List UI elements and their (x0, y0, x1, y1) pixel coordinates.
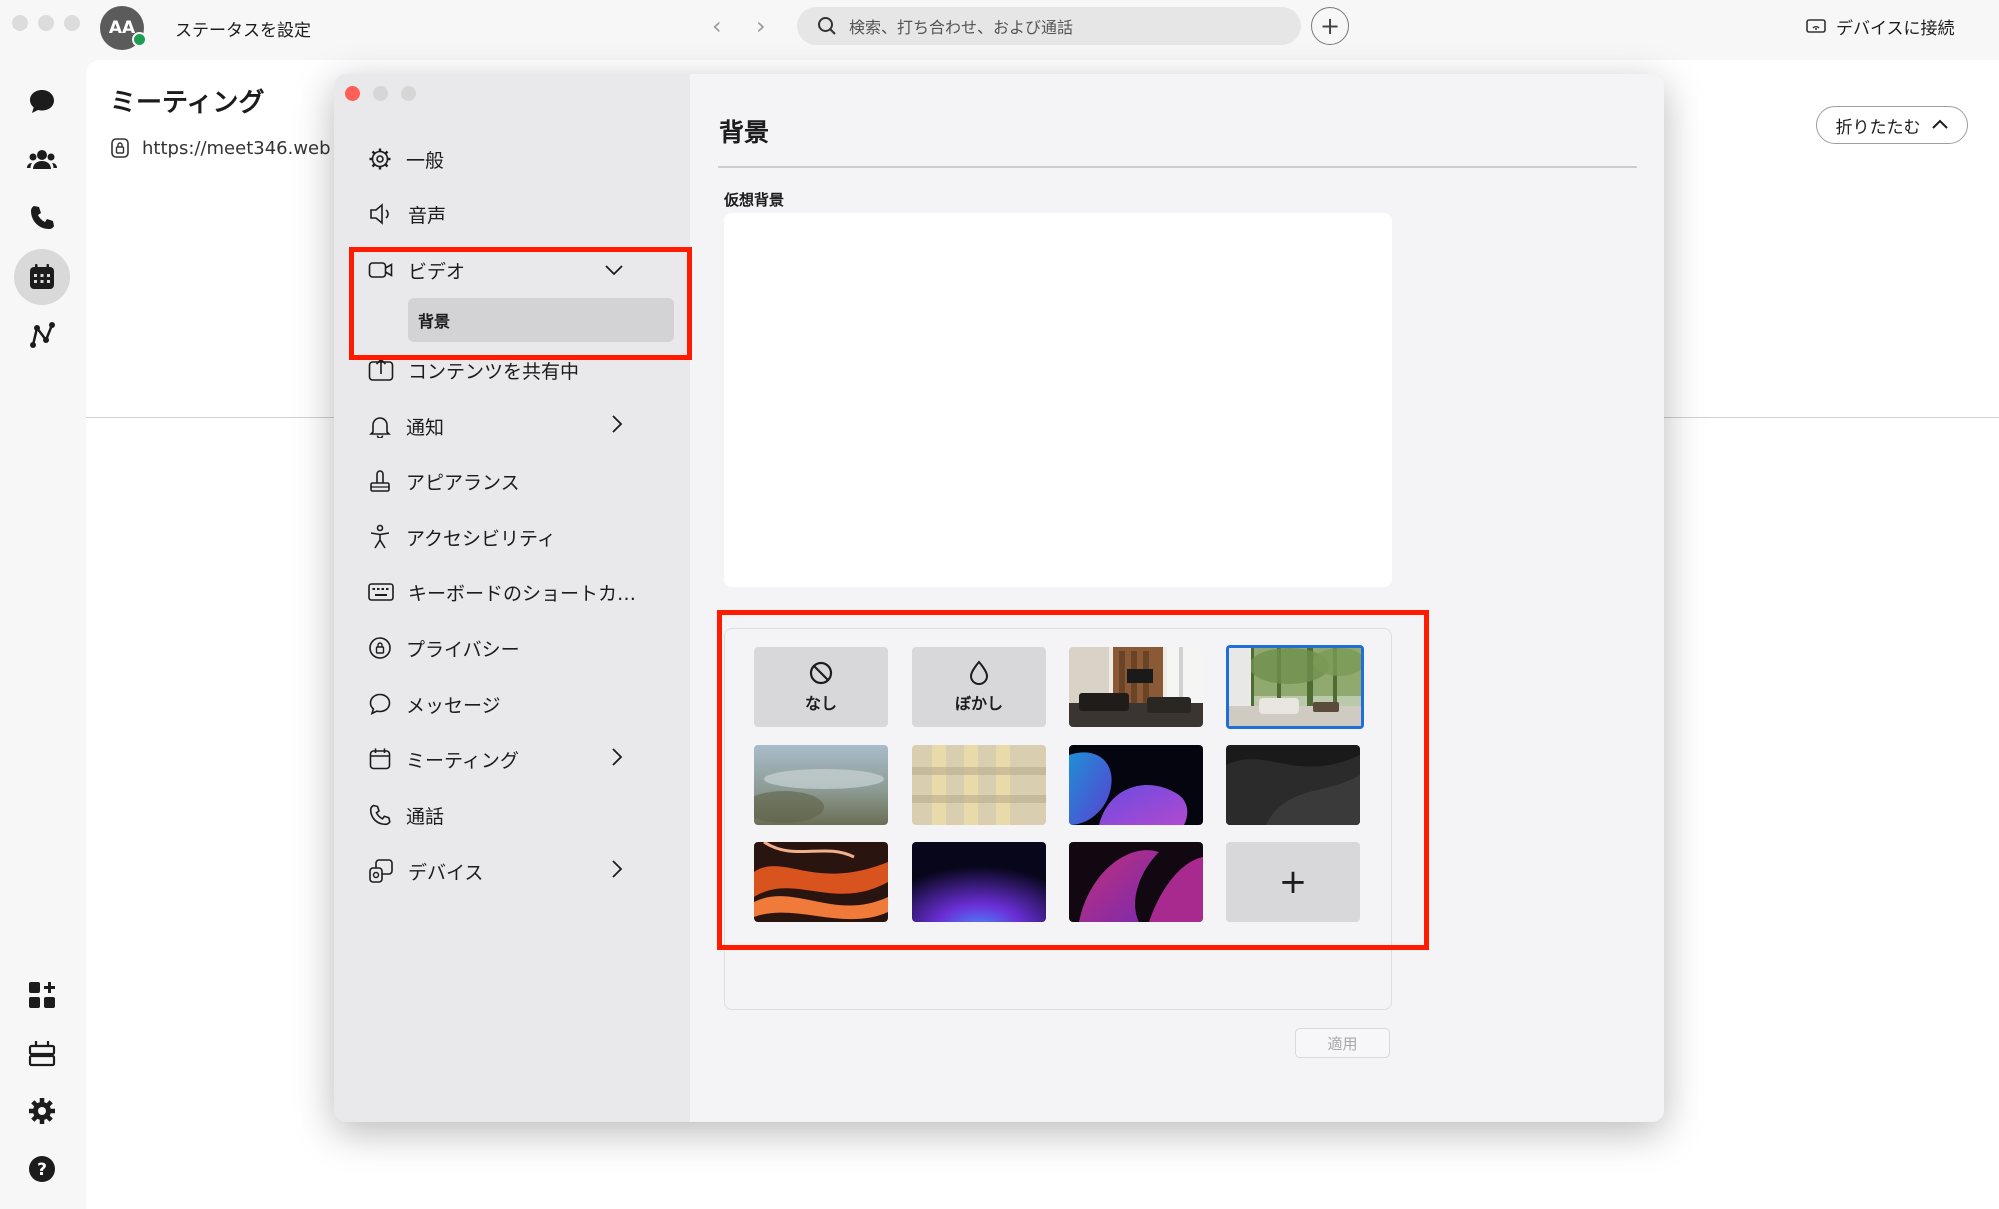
sidebar-item-accessibility[interactable]: アクセシビリティ (368, 517, 668, 557)
window-minimize-dot[interactable] (38, 15, 54, 31)
apply-button[interactable]: 適用 (1295, 1028, 1390, 1058)
meeting-url[interactable]: https://meet346.web (110, 137, 331, 159)
sidebar-item-privacy[interactable]: プライバシー (368, 628, 668, 668)
sidebar-item-devices[interactable]: デバイス (368, 851, 668, 891)
gear-icon (369, 148, 391, 170)
page-title: ミーティング (110, 88, 265, 118)
sidebar-item-general[interactable]: 一般 (368, 139, 668, 179)
forward-arrow-icon[interactable]: › (756, 12, 766, 40)
virtual-background-label: 仮想背景 (724, 191, 785, 209)
sidebar-item-messages[interactable]: メッセージ (368, 684, 668, 724)
settings-gear-icon[interactable] (22, 1091, 62, 1131)
svg-text:?: ? (37, 1160, 47, 1180)
bell-icon (369, 417, 391, 438)
set-status-button[interactable]: ステータスを設定 (175, 16, 311, 41)
calendar-outline-icon (369, 748, 391, 770)
sidebar-item-label: 通知 (406, 416, 445, 439)
dialog-zoom-dot[interactable] (401, 86, 416, 101)
speaker-icon (370, 203, 389, 225)
sidebar-item-label: デバイス (408, 861, 484, 884)
dialog-close-dot[interactable] (345, 86, 360, 101)
sidebar-item-calls[interactable]: 通話 (368, 795, 668, 835)
templates-icon[interactable] (22, 1033, 62, 1073)
sidebar-item-appearance[interactable]: アピアランス (368, 461, 668, 501)
help-icon[interactable]: ? (22, 1149, 62, 1189)
accessibility-icon (370, 524, 390, 549)
sidebar-item-audio[interactable]: 音声 (368, 194, 668, 234)
keyboard-icon (368, 583, 394, 601)
message-bubble-icon (369, 693, 391, 716)
highlight-video-section (349, 247, 692, 360)
new-item-button[interactable]: + (1311, 7, 1349, 45)
sidebar-item-label: プライバシー (406, 638, 520, 661)
content-divider (718, 166, 1637, 168)
back-arrow-icon[interactable]: ‹ (712, 12, 722, 40)
chevron-up-icon (1931, 115, 1949, 135)
window-zoom-dot[interactable] (64, 15, 80, 31)
collapse-button[interactable]: 折りたたむ (1816, 106, 1968, 144)
content-title: 背景 (719, 118, 770, 147)
sidebar-item-label: ミーティング (406, 749, 519, 772)
phone-icon[interactable] (22, 198, 62, 238)
sidebar-item-label: キーボードのショートカ… (408, 582, 637, 605)
sidebar-item-label: 音声 (408, 204, 447, 227)
search-icon (818, 17, 836, 35)
background-preview (724, 213, 1392, 587)
chevron-right-icon (610, 414, 638, 439)
chat-icon[interactable] (22, 82, 62, 122)
sidebar-item-label: 一般 (406, 149, 445, 172)
connect-label: デバイスに接続 (1836, 19, 1955, 39)
chevron-right-icon (610, 859, 638, 884)
team-icon[interactable] (22, 140, 62, 180)
dialog-minimize-dot[interactable] (373, 86, 388, 101)
sidebar-item-notifications[interactable]: 通知 (368, 406, 668, 446)
sidebar-item-meetings[interactable]: ミーティング (368, 739, 668, 779)
analytics-icon[interactable] (22, 315, 62, 355)
calendar-icon[interactable] (22, 257, 62, 297)
collapse-label: 折りたたむ (1835, 117, 1921, 138)
sidebar-item-label: コンテンツを共有中 (408, 360, 580, 383)
meeting-url-text: https://meet346.web (142, 137, 331, 159)
sidebar-item-label: アピアランス (406, 471, 520, 494)
devices-icon (369, 859, 393, 883)
apps-add-icon[interactable] (22, 975, 62, 1015)
sidebar-item-label: アクセシビリティ (406, 527, 556, 550)
search-input[interactable]: 検索、打ち合わせ、および通話 (797, 7, 1301, 45)
highlight-background-grid (717, 610, 1429, 950)
window-close-dot[interactable] (12, 15, 28, 31)
device-connect-icon (1806, 18, 1826, 33)
title-bar: AA ステータスを設定 ‹ › 検索、打ち合わせ、および通話 + デバイスに接続 (0, 0, 1999, 56)
sidebar-item-keyboard-shortcuts[interactable]: キーボードのショートカ… (368, 572, 668, 612)
search-placeholder: 検索、打ち合わせ、および通話 (849, 18, 1074, 37)
sidebar-item-label: 通話 (406, 805, 445, 828)
share-screen-icon (368, 358, 394, 381)
paintbrush-icon (370, 470, 390, 492)
avatar-initials: AA (108, 18, 136, 38)
privacy-lock-icon (369, 637, 391, 659)
presence-indicator (132, 32, 147, 47)
phone-outline-icon (369, 804, 391, 826)
sidebar-item-label: メッセージ (406, 694, 501, 717)
lock-icon (111, 138, 129, 158)
connect-device-button[interactable]: デバイスに接続 (1806, 14, 1955, 39)
chevron-right-icon (610, 747, 638, 772)
